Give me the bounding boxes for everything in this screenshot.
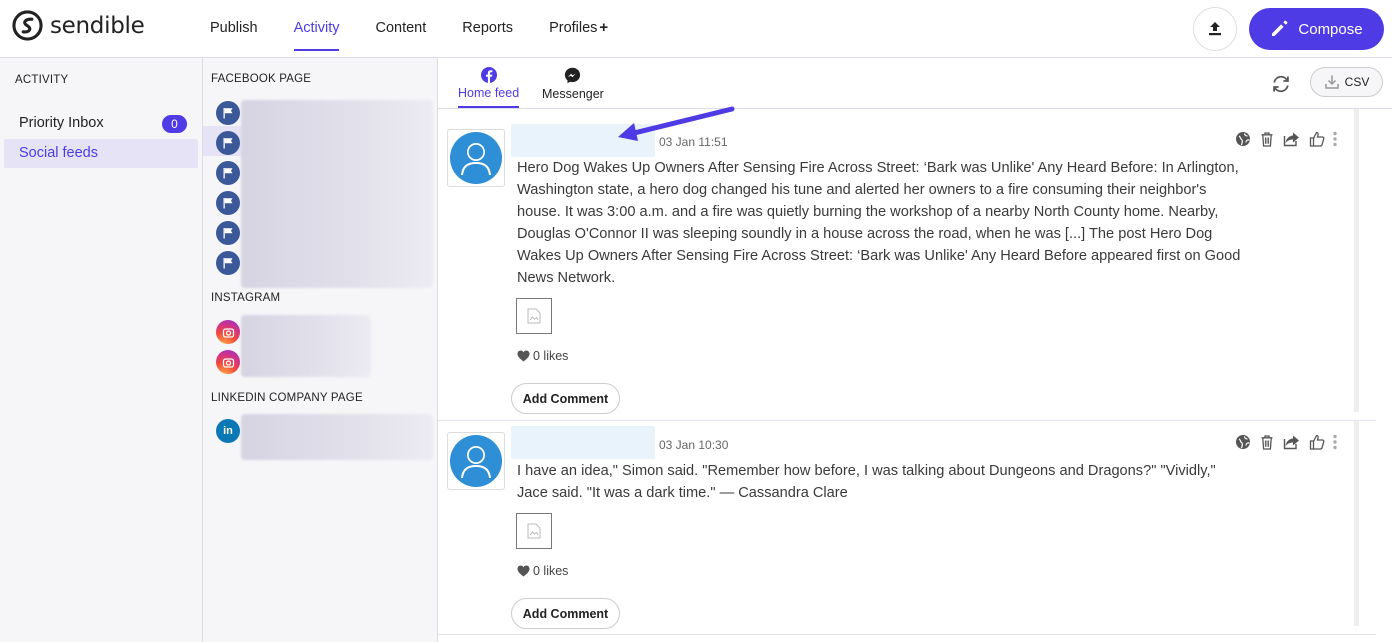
- download-icon: [1324, 75, 1339, 89]
- nav-activity[interactable]: Activity: [280, 0, 354, 58]
- top-bar: sendible Publish Activity Content Report…: [0, 0, 1392, 58]
- linkedin-profile-name-blurred: [241, 414, 433, 460]
- nav-reports[interactable]: Reports: [448, 0, 527, 58]
- upload-icon: [1209, 22, 1221, 36]
- feed-post: 03 Jan 11:51 Hero Dog Wakes Up Owners Af…: [438, 109, 1376, 421]
- avatar[interactable]: [447, 129, 505, 187]
- tab-label: Messenger: [542, 87, 604, 101]
- post-timestamp: 03 Jan 10:30: [659, 438, 729, 452]
- user-avatar-icon: [450, 132, 502, 184]
- activity-heading: ACTIVITY: [15, 74, 69, 86]
- heart-icon: [517, 565, 530, 577]
- trash-icon[interactable]: [1259, 131, 1275, 147]
- post-actions: [1235, 434, 1345, 450]
- post-scrollbar[interactable]: [1354, 109, 1359, 412]
- trash-icon[interactable]: [1259, 434, 1275, 450]
- more-options-icon[interactable]: [1333, 131, 1337, 147]
- refresh-button[interactable]: [1270, 74, 1292, 99]
- share-icon[interactable]: [1283, 434, 1301, 450]
- like-icon[interactable]: [1309, 131, 1325, 147]
- sidebar-item-label: Social feeds: [19, 145, 98, 161]
- globe-icon[interactable]: [1235, 434, 1251, 450]
- instagram-icon[interactable]: [216, 320, 240, 344]
- post-likes: 0 likes: [517, 564, 568, 578]
- facebook-page-heading: FACEBOOK PAGE: [211, 73, 312, 85]
- likes-count: 0 likes: [533, 564, 569, 578]
- feed-post: 03 Jan 10:30 I have an idea," Simon said…: [438, 421, 1376, 635]
- messenger-icon: [565, 67, 581, 84]
- tab-label: Home feed: [458, 86, 520, 100]
- author-name-blurred[interactable]: [511, 426, 655, 459]
- post-media-thumbnail[interactable]: [516, 298, 552, 334]
- sendible-logo[interactable]: sendible: [12, 10, 145, 41]
- refresh-icon: [1273, 75, 1289, 93]
- upload-button[interactable]: [1193, 7, 1237, 51]
- facebook-icon: [480, 67, 497, 83]
- user-avatar-icon: [450, 435, 502, 487]
- tab-home-feed[interactable]: Home feed: [458, 67, 520, 108]
- annotation-arrow-icon: [618, 106, 735, 141]
- csv-export-button[interactable]: CSV: [1310, 67, 1383, 97]
- facebook-flag-icon[interactable]: [216, 101, 240, 125]
- instagram-icon[interactable]: [216, 350, 240, 374]
- likes-count: 0 likes: [533, 349, 569, 363]
- compose-label: Compose: [1298, 20, 1363, 38]
- sidebar-item-social-feeds[interactable]: Social feeds: [4, 139, 198, 168]
- sidebar-item-priority-inbox[interactable]: Priority Inbox 0: [4, 109, 198, 138]
- compose-button[interactable]: Compose: [1249, 8, 1384, 50]
- tab-messenger[interactable]: Messenger: [542, 67, 604, 101]
- nav-profiles-label: Profiles: [549, 20, 598, 36]
- facebook-flag-icon[interactable]: [216, 161, 240, 185]
- broken-image-icon: [527, 523, 541, 539]
- post-text: Hero Dog Wakes Up Owners After Sensing F…: [517, 160, 1241, 286]
- post-actions: [1235, 131, 1345, 147]
- feed-tabs: Home feed Messenger CSV: [438, 58, 1392, 109]
- globe-icon[interactable]: [1235, 131, 1251, 147]
- facebook-flag-icon[interactable]: [216, 191, 240, 215]
- instagram-profile-names-blurred: [241, 315, 371, 377]
- facebook-flag-icon[interactable]: [216, 221, 240, 245]
- pencil-icon: [1272, 20, 1288, 36]
- activity-sidebar: ACTIVITY Priority Inbox 0 Social feeds: [0, 58, 203, 642]
- avatar[interactable]: [447, 432, 505, 490]
- heart-icon: [517, 350, 530, 362]
- more-options-icon[interactable]: [1333, 434, 1337, 450]
- sidebar-item-label: Priority Inbox: [19, 115, 104, 131]
- facebook-profile-names-blurred: [241, 100, 433, 288]
- add-comment-button[interactable]: Add Comment: [511, 598, 620, 629]
- sendible-logo-icon: [12, 10, 43, 41]
- like-icon[interactable]: [1309, 434, 1325, 450]
- plus-icon: +: [599, 19, 609, 36]
- profiles-sidebar: FACEBOOK PAGE INSTAGRAM LINKEDIN COMPANY…: [203, 58, 438, 642]
- post-text: I have an idea," Simon said. "Remember h…: [517, 463, 1216, 501]
- share-icon[interactable]: [1283, 131, 1301, 147]
- linkedin-heading: LINKEDIN COMPANY PAGE: [211, 392, 363, 404]
- main-nav: Publish Activity Content Reports Profile…: [196, 0, 630, 58]
- nav-content[interactable]: Content: [361, 0, 440, 58]
- instagram-heading: INSTAGRAM: [211, 292, 281, 304]
- facebook-flag-icon[interactable]: [216, 131, 240, 155]
- feed-panel: Home feed Messenger CSV 03 Jan 11:51 Her…: [438, 58, 1392, 642]
- csv-label: CSV: [1344, 75, 1370, 89]
- nav-profiles[interactable]: Profiles +: [535, 0, 622, 58]
- post-likes: 0 likes: [517, 349, 568, 363]
- facebook-flag-icon[interactable]: [216, 251, 240, 275]
- add-comment-button[interactable]: Add Comment: [511, 383, 620, 414]
- post-scrollbar[interactable]: [1354, 421, 1359, 626]
- count-badge: 0: [162, 115, 187, 133]
- brand-name: sendible: [50, 12, 145, 39]
- broken-image-icon: [527, 308, 541, 324]
- nav-publish[interactable]: Publish: [196, 0, 272, 58]
- linkedin-icon[interactable]: in: [216, 419, 240, 443]
- post-media-thumbnail[interactable]: [516, 513, 552, 549]
